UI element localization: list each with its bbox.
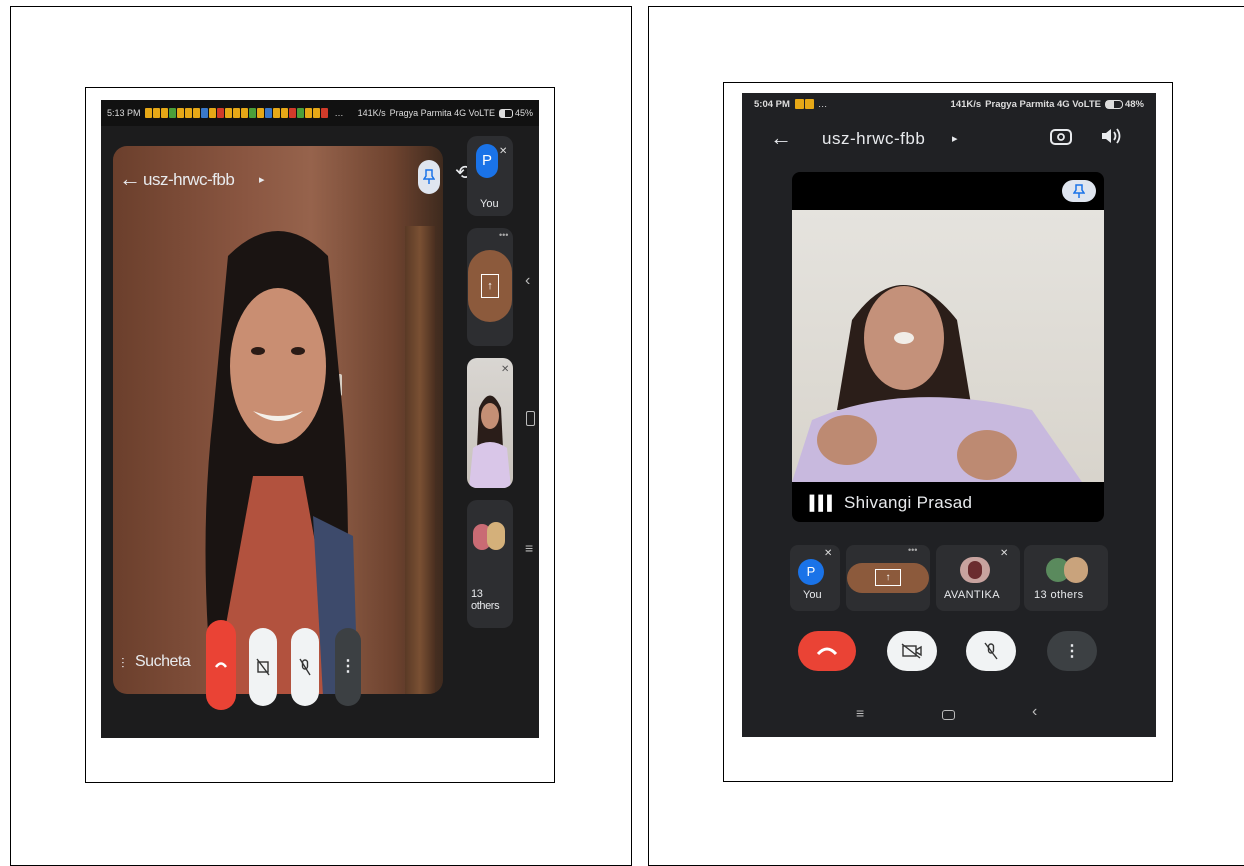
meeting-code[interactable]: usz-hrwc-fbb — [143, 170, 235, 190]
main-video: ← usz-hrwc-fbb ▸ ⫶ Sucheta — [113, 146, 443, 694]
mic-toggle-button[interactable] — [291, 628, 319, 706]
tile-others[interactable]: 13 others — [1024, 545, 1108, 611]
back-nav-icon[interactable]: ‹ — [525, 272, 530, 290]
mic-off-icon — [299, 658, 311, 676]
back-arrow-icon[interactable]: ← — [119, 166, 141, 192]
more-options-button[interactable]: ⋮ — [1047, 631, 1097, 671]
tile-presentation[interactable]: ••• ↑ — [467, 228, 513, 346]
camera-off-icon — [901, 643, 922, 659]
speaker-icon[interactable] — [1100, 126, 1122, 151]
tile-label: You — [480, 198, 499, 210]
presentation-thumbnail: ↑ — [847, 563, 929, 593]
tile-label: 13 others — [471, 588, 500, 612]
left-figure-panel: 5:13 PM … 141K/s Pragya Parmita 4G VoLTE… — [10, 6, 632, 866]
camera-toggle-button[interactable] — [887, 631, 937, 671]
tile-you[interactable]: P ✕ You — [790, 545, 840, 611]
right-phone-screen: 5:04 PM … 141K/s Pragya Parmita 4G VoLTE… — [742, 93, 1156, 737]
pin-icon[interactable] — [418, 160, 440, 194]
present-icon: ↑ — [875, 569, 901, 586]
end-call-icon — [214, 662, 228, 668]
pinned-participant-name: Shivangi Prasad — [844, 493, 973, 512]
right-screenshot-frame: 5:04 PM … 141K/s Pragya Parmita 4G VoLTE… — [723, 82, 1173, 782]
camera-toggle-button[interactable] — [249, 628, 277, 706]
home-nav-icon[interactable] — [526, 411, 535, 426]
status-time: 5:04 PM — [754, 98, 790, 110]
status-battery: 45% — [514, 108, 533, 118]
right-figure-panel: 5:04 PM … 141K/s Pragya Parmita 4G VoLTE… — [648, 6, 1244, 866]
more-icon: ⋮ — [1064, 643, 1080, 660]
door-frame — [405, 226, 435, 694]
avatar: P — [798, 559, 824, 585]
left-phone-screen: 5:13 PM … 141K/s Pragya Parmita 4G VoLTE… — [101, 100, 539, 738]
status-speed: 141K/s — [357, 108, 386, 118]
status-carrier: Pragya Parmita 4G VoLTE — [389, 108, 495, 118]
home-nav-icon[interactable] — [942, 710, 955, 720]
left-screenshot-frame: 5:13 PM … 141K/s Pragya Parmita 4G VoLTE… — [85, 87, 555, 783]
tile-others[interactable]: 13 others — [467, 500, 513, 628]
tile-presentation[interactable]: ••• ↑ — [846, 545, 930, 611]
more-icon: ••• — [908, 545, 918, 555]
battery-icon — [1104, 99, 1123, 109]
status-bar: 5:13 PM … 141K/s Pragya Parmita 4G VoLTE… — [101, 100, 539, 126]
end-call-button[interactable] — [206, 620, 236, 710]
menu-nav-icon[interactable]: ≡ — [525, 540, 533, 556]
mic-off-icon: ✕ — [1000, 548, 1009, 559]
mic-toggle-button[interactable] — [966, 631, 1016, 671]
battery-icon — [498, 108, 513, 118]
back-arrow-icon[interactable]: ← — [770, 125, 792, 151]
menu-nav-icon[interactable]: ≡ — [856, 705, 864, 721]
meeting-details-caret[interactable]: ▸ — [259, 173, 265, 186]
notification-icons — [794, 99, 815, 109]
more-icon: ⋮ — [340, 658, 356, 675]
camera-off-icon — [256, 658, 270, 676]
avatar — [960, 557, 990, 583]
more-icon: ••• — [499, 230, 509, 240]
pin-icon[interactable] — [1062, 180, 1096, 202]
status-speed: 141K/s — [950, 98, 982, 110]
meeting-code[interactable]: usz-hrwc-fbb — [822, 129, 925, 149]
more-options-button[interactable]: ⋮ — [335, 628, 361, 706]
audio-level-icon: ▍▍▍ — [810, 495, 838, 511]
mic-off-icon: ✕ — [499, 146, 508, 157]
end-call-button[interactable] — [798, 631, 856, 671]
participant-video — [792, 210, 1104, 482]
notification-icons — [144, 108, 329, 118]
present-icon: ↑ — [481, 274, 499, 298]
speaker-name: Sucheta — [135, 653, 191, 670]
presentation-thumbnail: ↑ — [468, 250, 512, 322]
tile-label: 13 others — [1034, 589, 1084, 601]
tile-avantika[interactable]: ✕ AVANTIKA — [936, 545, 1020, 611]
tile-label: AVANTIKA — [944, 589, 1000, 601]
back-nav-icon[interactable]: ‹ — [1032, 703, 1037, 721]
switch-camera-icon[interactable] — [1050, 126, 1072, 151]
tile-label: You — [803, 589, 822, 601]
speaker-audio-icon: ⫶ — [121, 655, 125, 671]
avatar: P — [476, 144, 498, 178]
status-carrier: Pragya Parmita 4G VoLTE — [985, 98, 1101, 110]
tile-participant-video[interactable]: ✕ — [467, 358, 513, 488]
status-bar: 5:04 PM … 141K/s Pragya Parmita 4G VoLTE… — [754, 98, 1144, 110]
participant-thumbnail — [467, 358, 513, 488]
avatar-group — [473, 522, 507, 552]
status-time: 5:13 PM — [107, 108, 141, 118]
mic-off-icon: ✕ — [824, 548, 833, 559]
avatar-group — [1046, 557, 1088, 583]
tile-you[interactable]: P ✕ You — [467, 136, 513, 216]
end-call-icon — [816, 647, 838, 656]
mic-off-icon — [984, 642, 998, 660]
meeting-details-caret[interactable]: ▸ — [952, 132, 958, 145]
status-battery: 48% — [1124, 98, 1144, 110]
mic-off-icon: ✕ — [501, 364, 510, 375]
pinned-video-card[interactable]: ▍▍▍ Shivangi Prasad — [792, 172, 1104, 522]
